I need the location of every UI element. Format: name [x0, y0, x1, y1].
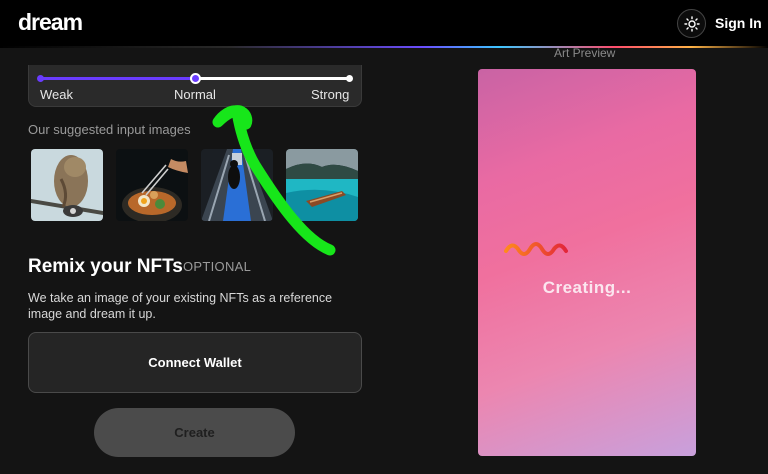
slider-thumb[interactable] [189, 73, 201, 84]
create-button[interactable]: Create [94, 408, 295, 457]
art-preview-label: Art Preview [554, 46, 616, 60]
top-bar: dream Sign In [0, 0, 768, 47]
food-bowl-photo[interactable] [116, 149, 188, 221]
dream-logo[interactable]: dream [18, 9, 83, 36]
slider-start-dot [37, 75, 44, 82]
slider-label-strong[interactable]: Strong [311, 87, 349, 102]
suggested-images-title: Our suggested input images [28, 122, 191, 137]
connect-wallet-button[interactable]: Connect Wallet [28, 332, 362, 393]
suggested-images-row [31, 149, 361, 221]
slider-label-weak[interactable]: Weak [40, 87, 73, 102]
creating-status-text: Creating... [542, 278, 632, 297]
optional-tag: OPTIONAL [183, 259, 252, 274]
owl-photo[interactable] [31, 149, 103, 221]
art-preview-panel: Creating... [478, 69, 696, 456]
escalator-photo[interactable] [201, 149, 273, 221]
header-divider [0, 46, 768, 48]
slider-label-normal[interactable]: Normal [174, 87, 216, 102]
remix-title: Remix your NFTs [28, 256, 183, 277]
theme-toggle-button[interactable] [677, 9, 706, 38]
slider-end-dot [346, 75, 353, 82]
slider-track-fill [40, 77, 195, 80]
remix-description: We take an image of your existing NFTs a… [28, 291, 333, 321]
strength-slider-card: Weak Normal Strong [28, 65, 362, 107]
sign-in-link[interactable]: Sign In [715, 15, 762, 31]
sun-icon [683, 15, 700, 32]
boat-lake-photo[interactable] [286, 149, 358, 221]
loading-wave-icon [504, 242, 568, 256]
